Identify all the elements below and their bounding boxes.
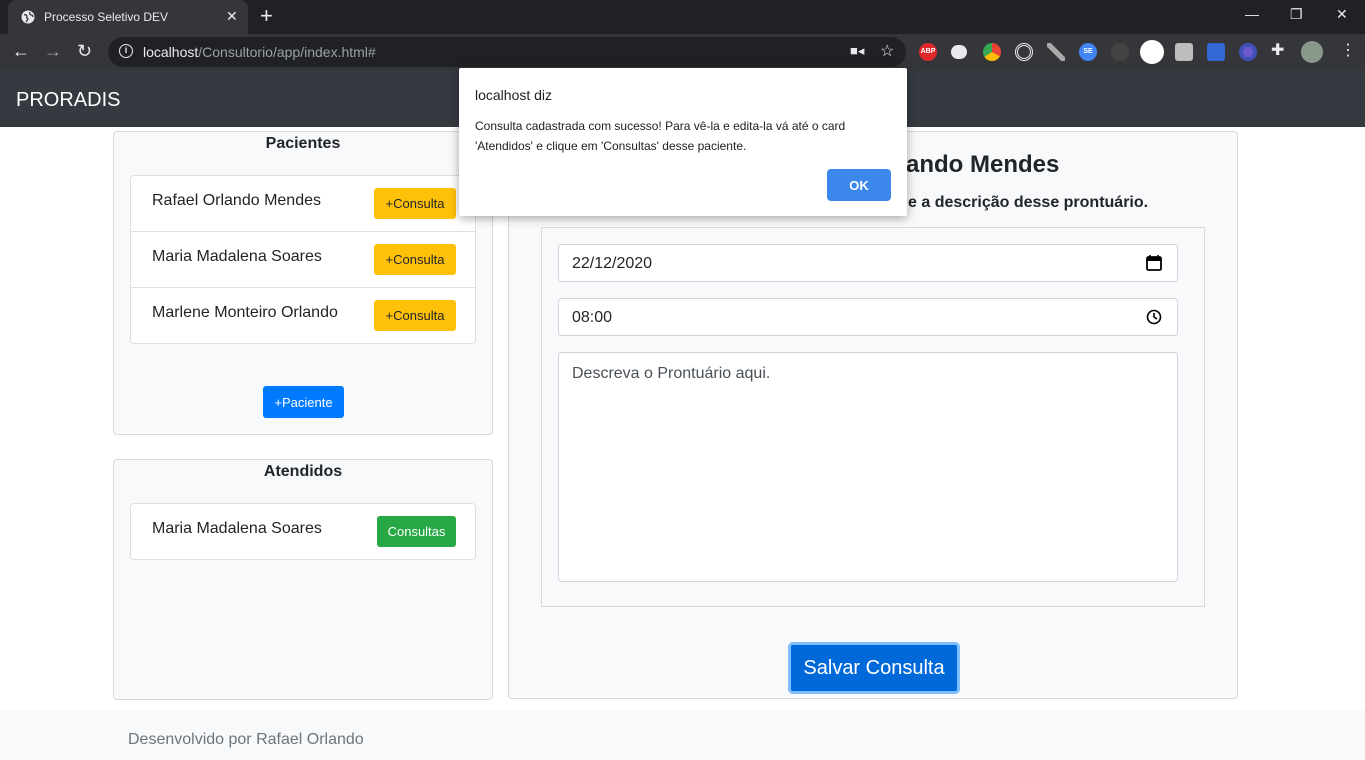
- camera-icon[interactable]: ■◂: [850, 43, 864, 59]
- alert-dialog: localhost diz Consulta cadastrada com su…: [459, 68, 907, 216]
- patient-name: Marlene Monteiro Orlando: [152, 304, 338, 321]
- description-textarea[interactable]: [558, 352, 1178, 582]
- clock-icon[interactable]: [1145, 308, 1163, 326]
- footer-text: Desenvolvido por Rafael Orlando: [128, 731, 364, 748]
- info-icon[interactable]: i: [119, 44, 133, 58]
- tab-title: Processo Seletivo DEV: [44, 10, 169, 24]
- se-icon[interactable]: SE: [1079, 43, 1097, 61]
- time-input[interactable]: 08:00: [558, 298, 1178, 336]
- gear-blue-icon[interactable]: [1239, 43, 1257, 61]
- dialog-ok-button[interactable]: OK: [827, 169, 891, 201]
- chat-icon[interactable]: [951, 45, 967, 59]
- list-item: Maria Madalena Soares +Consulta: [131, 232, 475, 288]
- abp-icon[interactable]: ABP: [919, 43, 937, 61]
- patient-name: Maria Madalena Soares: [152, 248, 322, 265]
- patient-name: Maria Madalena Soares: [152, 520, 322, 537]
- add-consulta-button[interactable]: +Consulta: [374, 300, 456, 331]
- tab-close-icon[interactable]: ✕: [226, 8, 238, 25]
- patients-list: Rafael Orlando Mendes +Consulta Maria Ma…: [130, 175, 476, 344]
- window-close-icon[interactable]: ✕: [1336, 6, 1348, 23]
- footer: Desenvolvido por Rafael Orlando: [0, 710, 1365, 760]
- add-patient-button[interactable]: +Paciente: [263, 386, 344, 418]
- download-icon[interactable]: [1207, 43, 1225, 61]
- globe-icon: [21, 10, 35, 24]
- menu-icon[interactable]: ⋮: [1340, 41, 1356, 61]
- minimize-icon[interactable]: —: [1245, 6, 1259, 22]
- time-value: 08:00: [572, 309, 613, 326]
- patient-name: Rafael Orlando Mendes: [152, 192, 321, 209]
- attended-list: Maria Madalena Soares Consultas: [130, 503, 476, 560]
- consulta-form-card: ando Mendes e a descrição desse prontuár…: [508, 131, 1238, 699]
- patients-title: Pacientes: [265, 135, 341, 152]
- save-consulta-button[interactable]: Salvar Consulta: [788, 642, 960, 694]
- attended-card: Atendidos Maria Madalena Soares Consulta…: [113, 459, 493, 700]
- consultas-button[interactable]: Consultas: [377, 516, 456, 547]
- extensions-icon[interactable]: ✚: [1271, 41, 1284, 61]
- reload-icon[interactable]: ↻: [77, 41, 92, 61]
- patients-card: Pacientes Rafael Orlando Mendes +Consult…: [113, 131, 493, 435]
- pen-icon[interactable]: [1047, 43, 1065, 61]
- square-icon[interactable]: [1175, 43, 1193, 61]
- form-subheading: e a descrição desse prontuário.: [908, 194, 1149, 211]
- form-heading: ando Mendes: [906, 151, 1060, 178]
- form-fields-container: 22/12/2020 08:00: [541, 227, 1205, 607]
- address-bar[interactable]: i localhost/Consultorio/app/index.html# …: [108, 37, 906, 67]
- list-item: Maria Madalena Soares Consultas: [131, 504, 475, 560]
- bookmark-star-icon[interactable]: ☆: [880, 41, 894, 61]
- attended-title: Atendidos: [263, 463, 343, 480]
- brand-logo[interactable]: PRORADIS: [16, 89, 120, 112]
- add-consulta-button[interactable]: +Consulta: [374, 244, 456, 275]
- date-input[interactable]: 22/12/2020: [558, 244, 1178, 282]
- list-item: Rafael Orlando Mendes +Consulta: [131, 176, 475, 232]
- dialog-title: localhost diz: [475, 87, 553, 103]
- url-text: localhost/Consultorio/app/index.html#: [143, 44, 376, 60]
- chrome-color-icon[interactable]: [983, 43, 1001, 61]
- puzzle-dark-icon[interactable]: [1111, 43, 1129, 61]
- add-consulta-button[interactable]: +Consulta: [374, 188, 456, 219]
- dialog-message: Consulta cadastrada com sucesso! Para vê…: [475, 119, 846, 153]
- browser-tab[interactable]: Processo Seletivo DEV ✕: [8, 0, 248, 34]
- restore-icon[interactable]: ❐: [1290, 6, 1303, 23]
- avatar-icon[interactable]: [1301, 41, 1323, 63]
- target-icon[interactable]: [1015, 43, 1033, 61]
- browser-tabstrip: Processo Seletivo DEV ✕ + — ❐ ✕: [0, 0, 1365, 34]
- date-value: 22/12/2020: [572, 255, 653, 272]
- back-icon[interactable]: ←: [12, 41, 30, 61]
- new-tab-button[interactable]: +: [260, 5, 273, 27]
- browser-toolbar: ← → ↻ i localhost/Consultorio/app/index.…: [0, 34, 1365, 70]
- forward-icon[interactable]: →: [44, 41, 62, 61]
- profile-circle-icon[interactable]: [1140, 40, 1164, 64]
- list-item: Marlene Monteiro Orlando +Consulta: [131, 288, 475, 344]
- calendar-icon[interactable]: [1145, 254, 1163, 272]
